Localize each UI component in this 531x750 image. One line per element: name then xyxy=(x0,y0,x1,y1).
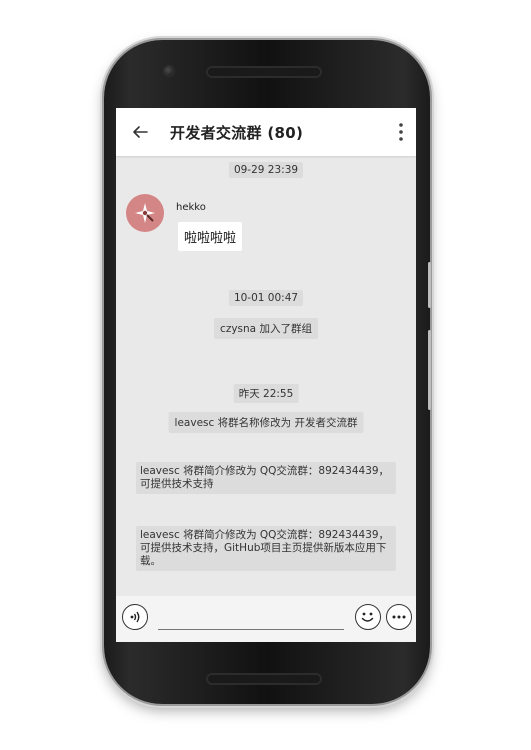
message-bubble[interactable]: 啦啦啦啦 xyxy=(178,222,243,251)
system-notice: czysna 加入了群组 xyxy=(214,318,318,339)
phone-screen: 开发者交流群 (80) 09-29 23:39 hekko 啦啦啦啦 10-01… xyxy=(116,108,416,642)
more-options-icon xyxy=(392,615,406,619)
avatar[interactable] xyxy=(126,194,164,232)
more-options-button[interactable] xyxy=(386,604,412,630)
emoji-button[interactable] xyxy=(355,604,381,630)
stage: 开发者交流群 (80) 09-29 23:39 hekko 啦啦啦啦 10-01… xyxy=(0,0,531,750)
power-button xyxy=(428,262,431,308)
page-title: 开发者交流群 (80) xyxy=(170,123,304,142)
app-bar: 开发者交流群 (80) xyxy=(116,108,416,156)
sender-name: hekko xyxy=(176,202,206,213)
voice-icon xyxy=(130,611,140,623)
chat-list[interactable]: 09-29 23:39 hekko 啦啦啦啦 10-01 00:47 czysn… xyxy=(116,156,416,596)
bottom-speaker xyxy=(206,673,322,685)
emoji-icon xyxy=(361,612,374,622)
volume-button xyxy=(428,330,431,410)
input-bar xyxy=(116,596,416,642)
front-camera xyxy=(164,66,174,76)
overflow-menu-button[interactable] xyxy=(386,108,416,156)
overflow-menu-icon xyxy=(399,123,403,141)
arrow-back-icon xyxy=(133,126,148,138)
top-speaker xyxy=(206,66,322,78)
voice-button[interactable] xyxy=(122,604,148,630)
avatar-icon xyxy=(135,203,155,223)
timestamp: 09-29 23:39 xyxy=(228,162,304,178)
back-button[interactable] xyxy=(120,108,160,156)
system-notice-block: leavesc 将群简介修改为 QQ交流群：892434439，可提供技术支持，… xyxy=(136,526,396,571)
system-notice: leavesc 将群名称修改为 开发者交流群 xyxy=(168,412,364,433)
message-input[interactable] xyxy=(158,606,344,630)
timestamp: 10-01 00:47 xyxy=(228,290,304,306)
system-notice-block: leavesc 将群简介修改为 QQ交流群：892434439，可提供技术支持 xyxy=(136,462,396,494)
timestamp: 昨天 22:55 xyxy=(233,384,299,403)
